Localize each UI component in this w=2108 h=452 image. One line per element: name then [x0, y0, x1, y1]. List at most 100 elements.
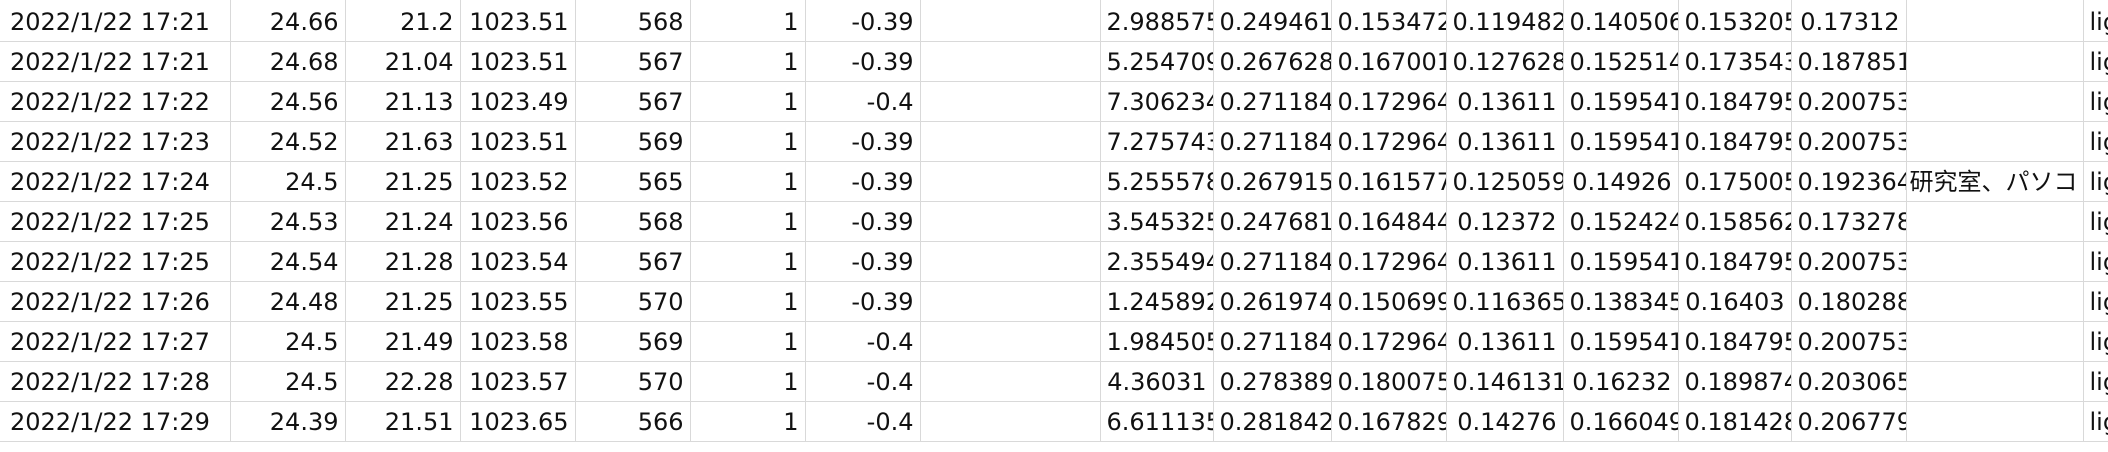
cell-value[interactable]: 1023.58: [460, 321, 576, 362]
cell-empty[interactable]: [920, 321, 1101, 362]
cell-note[interactable]: [1906, 401, 2084, 442]
cell-empty[interactable]: [920, 161, 1101, 202]
cell-label[interactable]: light: [2083, 121, 2108, 162]
cell-value[interactable]: 0.116365: [1446, 281, 1564, 322]
cell-empty[interactable]: [920, 41, 1101, 82]
cell-value[interactable]: 0.184795: [1678, 321, 1792, 362]
cell-empty[interactable]: [920, 0, 1101, 42]
cell-value[interactable]: 1: [690, 0, 806, 42]
cell-value[interactable]: -0.39: [805, 41, 921, 82]
cell-value[interactable]: 24.5: [230, 361, 346, 402]
cell-value[interactable]: -0.4: [805, 81, 921, 122]
cell-value[interactable]: 1.984505: [1100, 321, 1214, 362]
cell-value[interactable]: 0.267628: [1213, 41, 1332, 82]
cell-value[interactable]: 0.150699: [1331, 281, 1447, 322]
cell-empty[interactable]: [920, 121, 1101, 162]
cell-value[interactable]: 0.13611: [1446, 321, 1564, 362]
cell-value[interactable]: 1: [690, 201, 806, 242]
cell-value[interactable]: 2.988575: [1100, 0, 1214, 42]
cell-value[interactable]: 1023.65: [460, 401, 576, 442]
cell-value[interactable]: 0.140506: [1563, 0, 1679, 42]
cell-value[interactable]: 567: [575, 41, 691, 82]
cell-value[interactable]: 0.249461: [1213, 0, 1332, 42]
cell-value[interactable]: 0.161577: [1331, 161, 1447, 202]
cell-value[interactable]: -0.39: [805, 121, 921, 162]
cell-value[interactable]: 567: [575, 241, 691, 282]
cell-value[interactable]: 1: [690, 241, 806, 282]
cell-value[interactable]: 1: [690, 281, 806, 322]
cell-value[interactable]: 570: [575, 281, 691, 322]
cell-label[interactable]: light: [2083, 401, 2108, 442]
cell-value[interactable]: 0.138345: [1563, 281, 1679, 322]
cell-value[interactable]: -0.4: [805, 321, 921, 362]
cell-value[interactable]: 0.172964: [1331, 321, 1447, 362]
cell-value[interactable]: 0.12372: [1446, 201, 1564, 242]
cell-value[interactable]: 1: [690, 361, 806, 402]
cell-empty[interactable]: [920, 361, 1101, 402]
cell-value[interactable]: 24.66: [230, 0, 346, 42]
cell-value[interactable]: 0.127628: [1446, 41, 1564, 82]
cell-label[interactable]: light: [2083, 321, 2108, 362]
cell-value[interactable]: 0.166049: [1563, 401, 1679, 442]
cell-value[interactable]: 0.278389: [1213, 361, 1332, 402]
cell-value[interactable]: 21.24: [345, 201, 461, 242]
cell-empty[interactable]: [920, 401, 1101, 442]
cell-value[interactable]: 0.180288: [1791, 281, 1907, 322]
cell-value[interactable]: 0.200753: [1791, 241, 1907, 282]
cell-value[interactable]: 1023.49: [460, 81, 576, 122]
cell-value[interactable]: -0.39: [805, 201, 921, 242]
cell-value[interactable]: 5.254709: [1100, 41, 1214, 82]
cell-value[interactable]: 0.187851: [1791, 41, 1907, 82]
cell-value[interactable]: 0.159541: [1563, 121, 1679, 162]
cell-value[interactable]: 5.255578: [1100, 161, 1214, 202]
cell-datetime[interactable]: 2022/1/22 17:29: [0, 401, 231, 442]
cell-datetime[interactable]: 2022/1/22 17:25: [0, 241, 231, 282]
cell-value[interactable]: 7.275743: [1100, 121, 1214, 162]
cell-label[interactable]: light: [2083, 41, 2108, 82]
cell-label[interactable]: light: [2083, 161, 2108, 202]
cell-datetime[interactable]: 2022/1/22 17:22: [0, 81, 231, 122]
cell-value[interactable]: 1023.55: [460, 281, 576, 322]
cell-value[interactable]: 569: [575, 321, 691, 362]
cell-value[interactable]: 0.184795: [1678, 121, 1792, 162]
cell-datetime[interactable]: 2022/1/22 17:28: [0, 361, 231, 402]
cell-value[interactable]: 1023.51: [460, 41, 576, 82]
cell-value[interactable]: 0.172964: [1331, 121, 1447, 162]
cell-datetime[interactable]: 2022/1/22 17:21: [0, 0, 231, 42]
cell-value[interactable]: 0.13611: [1446, 121, 1564, 162]
cell-label[interactable]: light: [2083, 201, 2108, 242]
cell-value[interactable]: 570: [575, 361, 691, 402]
cell-value[interactable]: 6.611135: [1100, 401, 1214, 442]
cell-value[interactable]: 0.189874: [1678, 361, 1792, 402]
cell-value[interactable]: 0.159541: [1563, 241, 1679, 282]
cell-value[interactable]: 0.13611: [1446, 81, 1564, 122]
cell-note[interactable]: [1906, 41, 2084, 82]
cell-value[interactable]: 0.181428: [1678, 401, 1792, 442]
cell-value[interactable]: 0.14926: [1563, 161, 1679, 202]
cell-value[interactable]: 0.158562: [1678, 201, 1792, 242]
cell-value[interactable]: -0.39: [805, 241, 921, 282]
cell-label[interactable]: light: [2083, 241, 2108, 282]
cell-value[interactable]: 0.16403: [1678, 281, 1792, 322]
cell-value[interactable]: 0.167829: [1331, 401, 1447, 442]
cell-value[interactable]: 24.54: [230, 241, 346, 282]
cell-value[interactable]: 24.39: [230, 401, 346, 442]
cell-value[interactable]: 24.68: [230, 41, 346, 82]
cell-value[interactable]: 0.203065: [1791, 361, 1907, 402]
cell-value[interactable]: 0.119482: [1446, 0, 1564, 42]
cell-value[interactable]: 0.164844: [1331, 201, 1447, 242]
cell-value[interactable]: 4.36031: [1100, 361, 1214, 402]
cell-value[interactable]: 21.13: [345, 81, 461, 122]
cell-value[interactable]: 1: [690, 321, 806, 362]
cell-value[interactable]: 0.267915: [1213, 161, 1332, 202]
cell-value[interactable]: 0.16232: [1563, 361, 1679, 402]
cell-empty[interactable]: [920, 201, 1101, 242]
cell-value[interactable]: 1023.56: [460, 201, 576, 242]
cell-value[interactable]: 1: [690, 41, 806, 82]
cell-value[interactable]: 24.5: [230, 161, 346, 202]
cell-value[interactable]: 0.167001: [1331, 41, 1447, 82]
cell-value[interactable]: 1023.54: [460, 241, 576, 282]
cell-value[interactable]: 0.172964: [1331, 81, 1447, 122]
cell-value[interactable]: -0.39: [805, 281, 921, 322]
cell-value[interactable]: 3.545325: [1100, 201, 1214, 242]
